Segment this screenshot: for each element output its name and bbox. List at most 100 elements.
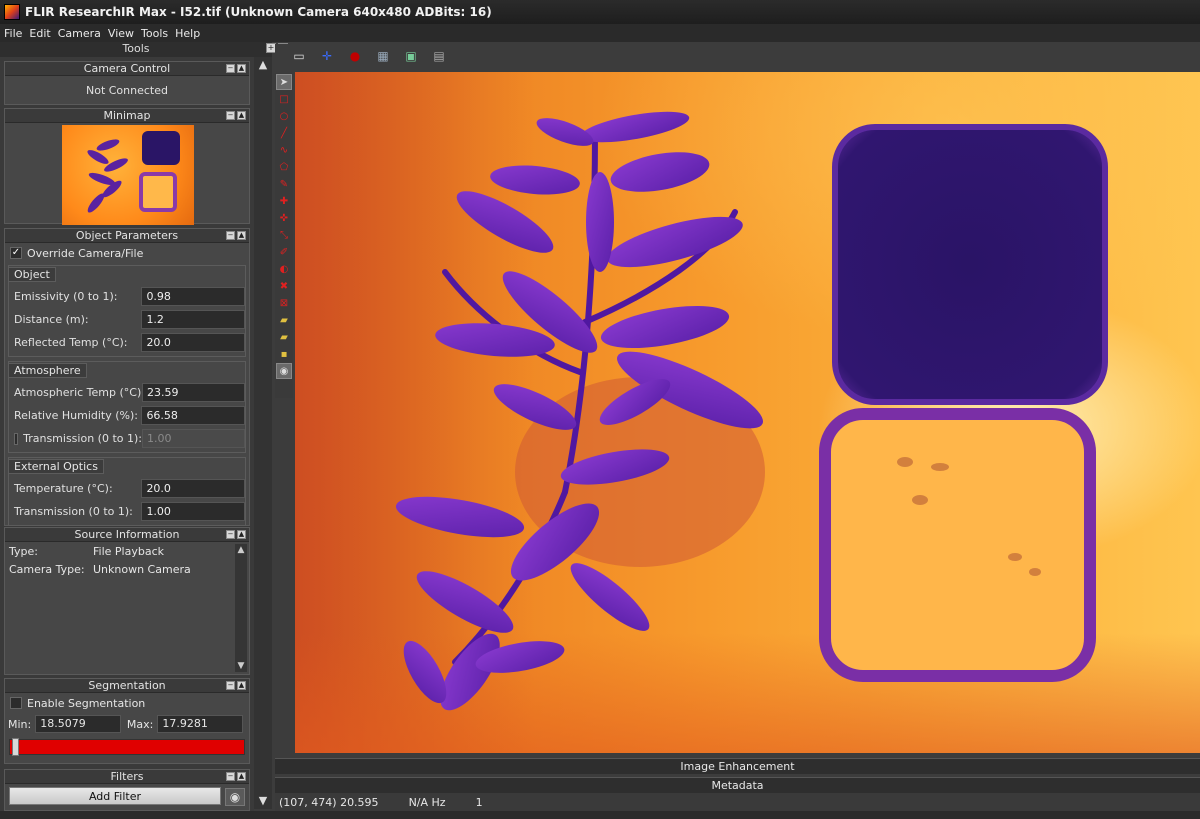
minimize-icon[interactable]: −: [226, 530, 235, 539]
crosshair-icon[interactable]: ✛: [319, 48, 335, 64]
ext-temp-input[interactable]: 20.0: [141, 479, 245, 498]
import-roi-icon[interactable]: ▰: [276, 329, 292, 345]
thermal-image-view[interactable]: [295, 72, 1200, 753]
menu-camera[interactable]: Camera: [58, 27, 101, 40]
warm-container: [819, 408, 1096, 682]
collapse-icon[interactable]: ▲: [237, 530, 246, 539]
emissivity-input[interactable]: 0.98: [141, 287, 245, 306]
minimap-thumbnail[interactable]: [62, 125, 194, 225]
transmission-checkbox[interactable]: [14, 432, 19, 445]
humidity-input[interactable]: 66.58: [141, 406, 245, 425]
tools-header: Tools + ×: [0, 42, 288, 57]
image-enhancement-bar[interactable]: Image Enhancement: [275, 758, 1200, 774]
humidity-label: Relative Humidity (%):: [14, 409, 138, 422]
object-parameters-header[interactable]: Object Parameters − ▲: [5, 229, 249, 243]
open-roi-icon[interactable]: ▰: [276, 312, 292, 328]
polyline-roi-icon[interactable]: ∿: [276, 142, 292, 158]
move-roi-icon[interactable]: ⤡: [276, 227, 292, 243]
save-roi-icon[interactable]: ▪: [276, 346, 292, 362]
seg-min-input[interactable]: 18.5079: [35, 715, 121, 733]
thermal-scene: [395, 111, 1108, 711]
left-panel-scrollbar[interactable]: ▲ ▼: [254, 57, 272, 809]
source-information-panel: Source Information − ▲ Type: File Playba…: [4, 527, 250, 675]
layout-icon[interactable]: ▭: [291, 48, 307, 64]
scroll-up-icon[interactable]: ▲: [235, 544, 247, 556]
frame-rate: N/A Hz: [408, 795, 446, 809]
filters-title: Filters: [110, 770, 144, 783]
segmentation-slider[interactable]: [9, 738, 245, 756]
delete-all-roi-icon[interactable]: ⊠: [276, 295, 292, 311]
segmentation-slider-handle[interactable]: [12, 738, 19, 756]
minimize-icon[interactable]: −: [226, 111, 235, 120]
delete-roi-icon[interactable]: ✖: [276, 278, 292, 294]
filters-header[interactable]: Filters − ▲: [5, 770, 249, 784]
scroll-down-icon[interactable]: ▼: [254, 793, 272, 809]
spot-meter-icon[interactable]: ✜: [276, 210, 292, 226]
eye-icon[interactable]: ◉: [225, 788, 245, 806]
minimize-icon[interactable]: −: [226, 64, 235, 73]
camera-snapshot-icon[interactable]: ▦: [375, 48, 391, 64]
source-type-value: File Playback: [93, 544, 164, 558]
metadata-bar[interactable]: Metadata: [275, 777, 1200, 793]
camera-control-title: Camera Control: [83, 62, 171, 75]
record-icon[interactable]: ●: [347, 48, 363, 64]
minimize-icon[interactable]: −: [226, 681, 235, 690]
camera-type-value: Unknown Camera: [93, 562, 191, 576]
pointer-icon[interactable]: ➤: [276, 74, 292, 90]
atm-temp-label: Atmospheric Temp (°C):: [14, 386, 145, 399]
image-compare-icon[interactable]: ▣: [403, 48, 419, 64]
segmentation-panel: Segmentation − ▲ Enable Segmentation Min…: [4, 678, 250, 764]
menu-tools[interactable]: Tools: [141, 27, 168, 40]
image-export-icon[interactable]: ▤: [431, 48, 447, 64]
menu-help[interactable]: Help: [175, 27, 200, 40]
roi-visibility-icon[interactable]: ◉: [276, 363, 292, 379]
menu-edit[interactable]: Edit: [29, 27, 50, 40]
line-roi-icon[interactable]: ╱: [276, 125, 292, 141]
minimize-icon[interactable]: −: [226, 231, 235, 240]
collapse-icon[interactable]: ▲: [237, 681, 246, 690]
atmosphere-group-title: Atmosphere: [8, 363, 87, 378]
ext-temp-label: Temperature (°C):: [14, 482, 113, 495]
segmentation-title: Segmentation: [88, 679, 166, 692]
scroll-down-icon[interactable]: ▼: [235, 660, 247, 672]
roi-color-icon[interactable]: ◐: [276, 261, 292, 277]
polygon-roi-icon[interactable]: ⬠: [276, 159, 292, 175]
source-scrollbar[interactable]: ▲ ▼: [235, 544, 247, 672]
rectangle-roi-icon[interactable]: □: [276, 91, 292, 107]
distance-input[interactable]: 1.2: [141, 310, 245, 329]
minimap-header[interactable]: Minimap − ▲: [5, 109, 249, 123]
scroll-up-icon[interactable]: ▲: [254, 57, 272, 73]
freehand-roi-icon[interactable]: ✎: [276, 176, 292, 192]
object-parameters-panel: Object Parameters − ▲ ✓ Override Camera/…: [4, 228, 250, 526]
collapse-icon[interactable]: ▲: [237, 111, 246, 120]
collapse-icon[interactable]: ▲: [237, 64, 246, 73]
ext-trans-input[interactable]: 1.00: [141, 502, 245, 521]
reflected-temp-input[interactable]: 20.0: [141, 333, 245, 352]
seg-max-input[interactable]: 17.9281: [157, 715, 243, 733]
menu-file[interactable]: File: [4, 27, 22, 40]
segmentation-header[interactable]: Segmentation − ▲: [5, 679, 249, 693]
app-icon: [4, 4, 20, 20]
seg-max-label: Max:: [126, 717, 154, 731]
ellipse-roi-icon[interactable]: ○: [276, 108, 292, 124]
minimize-icon[interactable]: −: [226, 772, 235, 781]
collapse-icon[interactable]: ▲: [237, 772, 246, 781]
override-checkbox[interactable]: ✓: [10, 247, 22, 259]
enable-segmentation-row: Enable Segmentation: [5, 693, 249, 713]
edit-roi-icon[interactable]: ✐: [276, 244, 292, 260]
camera-control-header[interactable]: Camera Control − ▲: [5, 62, 249, 76]
minimap-dark-box: [142, 131, 180, 165]
external-optics-group: External Optics Temperature (°C): 20.0 T…: [8, 457, 246, 526]
add-filter-button[interactable]: Add Filter: [9, 787, 221, 805]
menu-view[interactable]: View: [108, 27, 134, 40]
distance-label: Distance (m):: [14, 313, 89, 326]
collapse-icon[interactable]: ▲: [237, 231, 246, 240]
source-information-title: Source Information: [74, 528, 180, 541]
roi-tool-strip: ➤ □ ○ ╱ ∿ ⬠ ✎ ✚ ✜ ⤡ ✐ ◐ ✖ ⊠ ▰ ▰ ▪ ◉: [275, 73, 293, 398]
spot-roi-icon[interactable]: ✚: [276, 193, 292, 209]
atm-temp-input[interactable]: 23.59: [142, 383, 245, 402]
source-type-row: Type: File Playback: [5, 542, 249, 560]
image-toolbar: ▭ ✛ ● ▦ ▣ ▤: [275, 44, 1200, 68]
enable-segmentation-checkbox[interactable]: [10, 697, 22, 709]
source-information-header[interactable]: Source Information − ▲: [5, 528, 249, 542]
